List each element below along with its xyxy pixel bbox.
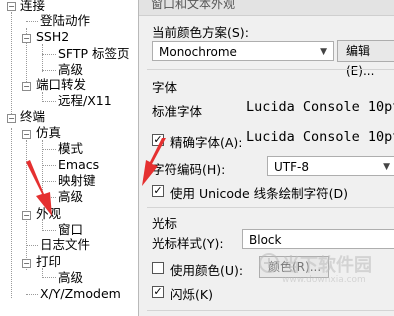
cursor-section-heading: 光标 <box>152 216 178 231</box>
tree-item-emulation[interactable]: 仿真 <box>36 125 61 141</box>
tree-item-emacs[interactable]: Emacs <box>58 157 99 173</box>
watermark-text: 当下软件园 <box>282 255 372 276</box>
standard-font-value[interactable]: Lucida Console 10pt <box>246 99 394 115</box>
annotation-arrow-precise-font-icon <box>142 138 166 186</box>
use-color-checkbox[interactable] <box>152 262 164 274</box>
charset-dropdown[interactable]: UTF-8 ▼ <box>267 156 394 176</box>
color-scheme-label: 当前颜色方案(S): <box>152 25 249 40</box>
standard-font-label: 标准字体 <box>152 104 203 119</box>
precise-font-value[interactable]: Lucida Console 10pt <box>246 129 394 145</box>
chevron-down-icon: ▼ <box>383 162 390 172</box>
collapse-toggle-connection[interactable]: − <box>7 2 16 11</box>
unicode-label: 使用 Unicode 线条绘制字符(D) <box>170 186 349 201</box>
charset-value: UTF-8 <box>274 160 309 174</box>
watermark-url: www.downxia.com <box>282 275 366 285</box>
tree-item-xyz-modem[interactable]: X/Y/Zmodem <box>40 286 121 302</box>
watermark: 当下软件园 www.downxia.com <box>258 248 394 298</box>
tree-item-remote-x11[interactable]: 远程/X11 <box>58 93 112 109</box>
tree-item-login-actions[interactable]: 登陆动作 <box>40 13 90 29</box>
collapse-toggle-ssh2[interactable]: − <box>22 34 31 43</box>
panel-title: 窗口和文本外观 <box>139 0 394 16</box>
collapse-toggle-port-forward[interactable]: − <box>22 82 31 91</box>
tree-item-sftp-tab[interactable]: SFTP 标签页 <box>58 46 130 62</box>
annotation-arrow-appearance-icon <box>26 160 52 216</box>
blink-label: 闪烁(K) <box>170 287 213 302</box>
chevron-down-icon: ▼ <box>320 47 327 57</box>
tree-item-port-forward[interactable]: 端口转发 <box>36 77 86 93</box>
watermark-logo-icon <box>259 253 279 273</box>
tree-item-terminal[interactable]: 终端 <box>20 109 45 125</box>
tree-item-mapped-keys[interactable]: 映射键 <box>58 173 96 189</box>
tree-item-ssh2[interactable]: SSH2 <box>36 29 69 45</box>
font-section-heading: 字体 <box>152 80 178 95</box>
blink-checkbox[interactable]: ✓ <box>152 286 164 298</box>
color-scheme-value: Monochrome <box>159 45 237 59</box>
color-scheme-dropdown[interactable]: Monochrome ▼ <box>152 41 334 61</box>
edit-button[interactable]: 编辑(E)... <box>337 40 394 78</box>
collapse-toggle-print[interactable]: − <box>22 259 31 268</box>
use-color-label: 使用颜色(U): <box>170 263 244 278</box>
cursor-style-value: Block <box>249 233 282 247</box>
cursor-style-label: 光标样式(Y): <box>152 236 224 251</box>
tree-item-advanced-print[interactable]: 高级 <box>58 270 83 286</box>
tree-item-modes[interactable]: 模式 <box>58 141 83 157</box>
cursor-style-dropdown[interactable]: Block <box>242 229 394 249</box>
tree-item-advanced-ssh2[interactable]: 高级 <box>58 62 83 78</box>
category-tree: − − − − − − − 连接 登陆动作 SSH2 SFTP 标签页 高级 端… <box>0 0 139 316</box>
tree-item-print[interactable]: 打印 <box>36 254 61 270</box>
precise-font-label: 精确字体(A): <box>170 135 243 150</box>
collapse-toggle-terminal[interactable]: − <box>7 114 16 123</box>
collapse-toggle-emulation[interactable]: − <box>22 130 31 139</box>
tree-item-log-file[interactable]: 日志文件 <box>40 237 90 253</box>
tree-item-connection[interactable]: 连接 <box>20 0 45 14</box>
tree-item-window[interactable]: 窗口 <box>58 222 83 238</box>
